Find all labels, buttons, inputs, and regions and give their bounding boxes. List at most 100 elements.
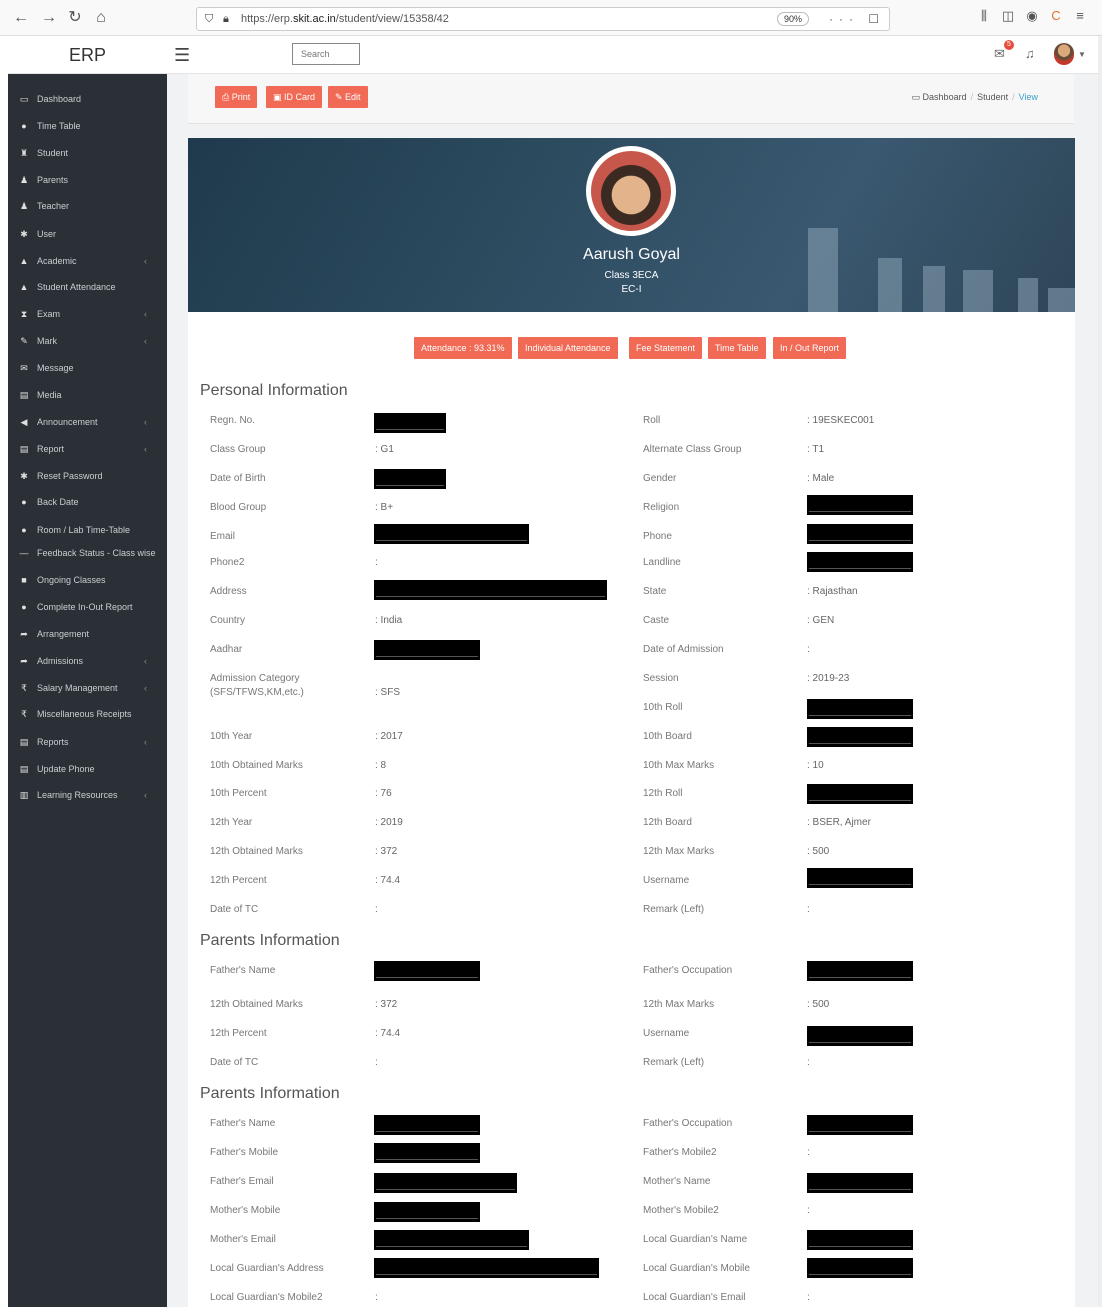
sidebar-item[interactable]: ✱ Reset Password [8, 464, 167, 488]
chevron-left-icon: ‹ [144, 309, 147, 319]
breadcrumb-dashboard[interactable]: Dashboard [923, 92, 967, 102]
sidebar-item[interactable]: ◀ Announcement ‹ [8, 410, 167, 434]
field-label: Username [643, 1028, 690, 1039]
account-icon[interactable]: ◉ [1020, 8, 1044, 24]
sidebar-item-label: User [37, 229, 57, 239]
library-icon[interactable]: ⫼ [972, 8, 996, 24]
sidebar-item[interactable]: ▲ Student Attendance [8, 275, 167, 299]
sidebar-item[interactable]: ▤ Media [8, 383, 167, 407]
field-label: 10th Obtained Marks [210, 760, 303, 771]
redacted-value [374, 1115, 480, 1135]
redacted-value [807, 495, 913, 515]
sidebar-item-label: Report [37, 444, 65, 454]
forward-icon[interactable]: → [38, 7, 60, 29]
sidebar-item[interactable]: ▤ Reports ‹ [8, 730, 167, 754]
home-icon[interactable]: ⌂ [90, 7, 112, 29]
chevron-left-icon: ‹ [144, 790, 147, 800]
individual-attendance-button[interactable]: Individual Attendance [518, 337, 618, 359]
profile-photo [586, 146, 676, 236]
search-input[interactable] [292, 43, 360, 65]
sidebar-item-label: Exam [37, 309, 61, 319]
browser-toolbar: ← → ↻ ⌂ ⛉ 🔒︎ https://erp.skit.ac.in/stud… [0, 0, 1102, 48]
sidebar-item[interactable]: ₹ Salary Management ‹ [8, 676, 167, 700]
attendance-icon: ▲ [19, 282, 29, 292]
sidebar-item[interactable]: ■ Ongoing Classes [8, 568, 167, 592]
sidebar-item[interactable]: ▤ Report ‹ [8, 437, 167, 461]
redacted-value [807, 1026, 913, 1046]
profile-card: Aarush Goyal Class 3ECA EC-I Attendance … [188, 138, 1075, 1307]
sidebar-item[interactable]: ₹ Miscellaneous Receipts [8, 702, 167, 726]
scrollbar[interactable] [1098, 36, 1102, 1307]
sidebar-item[interactable]: ● Complete In-Out Report [8, 595, 167, 619]
sidebar-item[interactable]: ● Time Table [8, 114, 167, 138]
field-label: Regn. No. [210, 415, 256, 426]
field-label: Roll [643, 415, 661, 426]
sidebar-item[interactable]: ● Back Date [8, 490, 167, 514]
field-value: : [807, 1057, 810, 1068]
reload-icon[interactable]: ↻ [64, 7, 86, 29]
chevron-left-icon: ‹ [144, 256, 147, 266]
hamburger-icon[interactable]: ☰ [174, 45, 190, 66]
avatar[interactable] [1054, 43, 1074, 65]
redacted-value [807, 961, 913, 981]
monitor-icon: ▭ [19, 94, 29, 104]
redacted-value [374, 469, 446, 489]
redacted-value [374, 1143, 480, 1163]
field-value: : 74.4 [375, 1028, 401, 1039]
field-label: Local Guardian's Mobile [643, 1263, 750, 1274]
sidebar-item[interactable]: ▭ Dashboard [8, 87, 167, 111]
sidebar-item-label: Arrangement [37, 629, 90, 639]
sidebar-item[interactable]: ⧗ Exam ‹ [8, 302, 167, 326]
zoom-badge[interactable]: 90% [777, 12, 810, 26]
field-label: Email [210, 531, 236, 542]
redacted-value [807, 784, 913, 804]
field-label: Father's Name [210, 1118, 276, 1129]
sidebar-item[interactable]: ✉ Message [8, 356, 167, 380]
browser-tools: ⫼ ◫ ◉ C ≡ [972, 8, 1092, 24]
id-card-button[interactable]: ▣ ID Card [266, 86, 323, 108]
extension-icon[interactable]: C [1044, 8, 1068, 23]
attendance-button[interactable]: Attendance : 93.31% [414, 337, 512, 359]
sidebar-item[interactable]: ▲ Academic ‹ [8, 249, 167, 273]
sidebar-item[interactable]: ♟ Teacher [8, 194, 167, 218]
fee-statement-button[interactable]: Fee Statement [629, 337, 703, 359]
edit-button[interactable]: ✎ Edit [328, 86, 368, 108]
back-icon[interactable]: ← [10, 7, 32, 29]
sidebar-item[interactable]: ✎ Mark ‹ [8, 329, 167, 353]
field-label: 12th Percent [210, 1028, 267, 1039]
time-table-button[interactable]: Time Table [708, 337, 766, 359]
clock-icon: ● [21, 497, 27, 507]
bullhorn-icon: ◀ [20, 417, 28, 427]
url-bar[interactable]: ⛉ 🔒︎ https://erp.skit.ac.in/student/view… [196, 7, 890, 48]
field-label: 10th Max Marks [643, 760, 715, 771]
caret-down-icon[interactable]: ▼ [1078, 50, 1086, 59]
field-label: Father's Email [210, 1176, 274, 1187]
sidebar-item[interactable]: ● Room / Lab Time-Table [8, 518, 167, 542]
in-out-report-button[interactable]: In / Out Report [773, 337, 847, 359]
app-header: ERP ☰ ✉ 5 ♫ ▼ [8, 36, 1098, 74]
sidebar-item-label: Back Date [37, 497, 79, 507]
sidebar-item[interactable]: ➦ Admissions ‹ [8, 649, 167, 673]
sidebar-item[interactable]: ✱ User [8, 222, 167, 246]
breadcrumb-current: View [1018, 92, 1038, 102]
field-label: Local Guardian's Name [643, 1234, 748, 1245]
field-label: Date of Admission [643, 644, 724, 655]
mail-icon[interactable]: ✉ [994, 46, 1005, 62]
section-title: Parents Information [200, 1085, 340, 1102]
redacted-value [374, 524, 529, 544]
sidebar-item[interactable]: ♜ Student [8, 141, 167, 165]
menu-icon[interactable]: ≡ [1068, 8, 1092, 23]
bell-icon[interactable]: ♫ [1025, 46, 1035, 61]
sidebar-item[interactable]: ♟ Parents [8, 168, 167, 192]
sidebar-item[interactable]: ▤ Update Phone [8, 757, 167, 781]
brand-logo[interactable]: ERP [8, 36, 167, 74]
sidebar-item[interactable]: — Feedback Status - Class wise [8, 541, 167, 565]
sidebar-item[interactable]: ➦ Arrangement [8, 622, 167, 646]
redacted-value [374, 640, 480, 660]
clock-icon: ● [21, 525, 27, 535]
sidebar-icon[interactable]: ◫ [996, 8, 1020, 24]
sidebar-item-label: Room / Lab Time-Table [37, 525, 131, 535]
print-button[interactable]: ⎙ Print [215, 86, 258, 108]
sidebar-item[interactable]: ▥ Learning Resources ‹ [8, 783, 167, 807]
breadcrumb-student[interactable]: Student [977, 92, 1008, 102]
